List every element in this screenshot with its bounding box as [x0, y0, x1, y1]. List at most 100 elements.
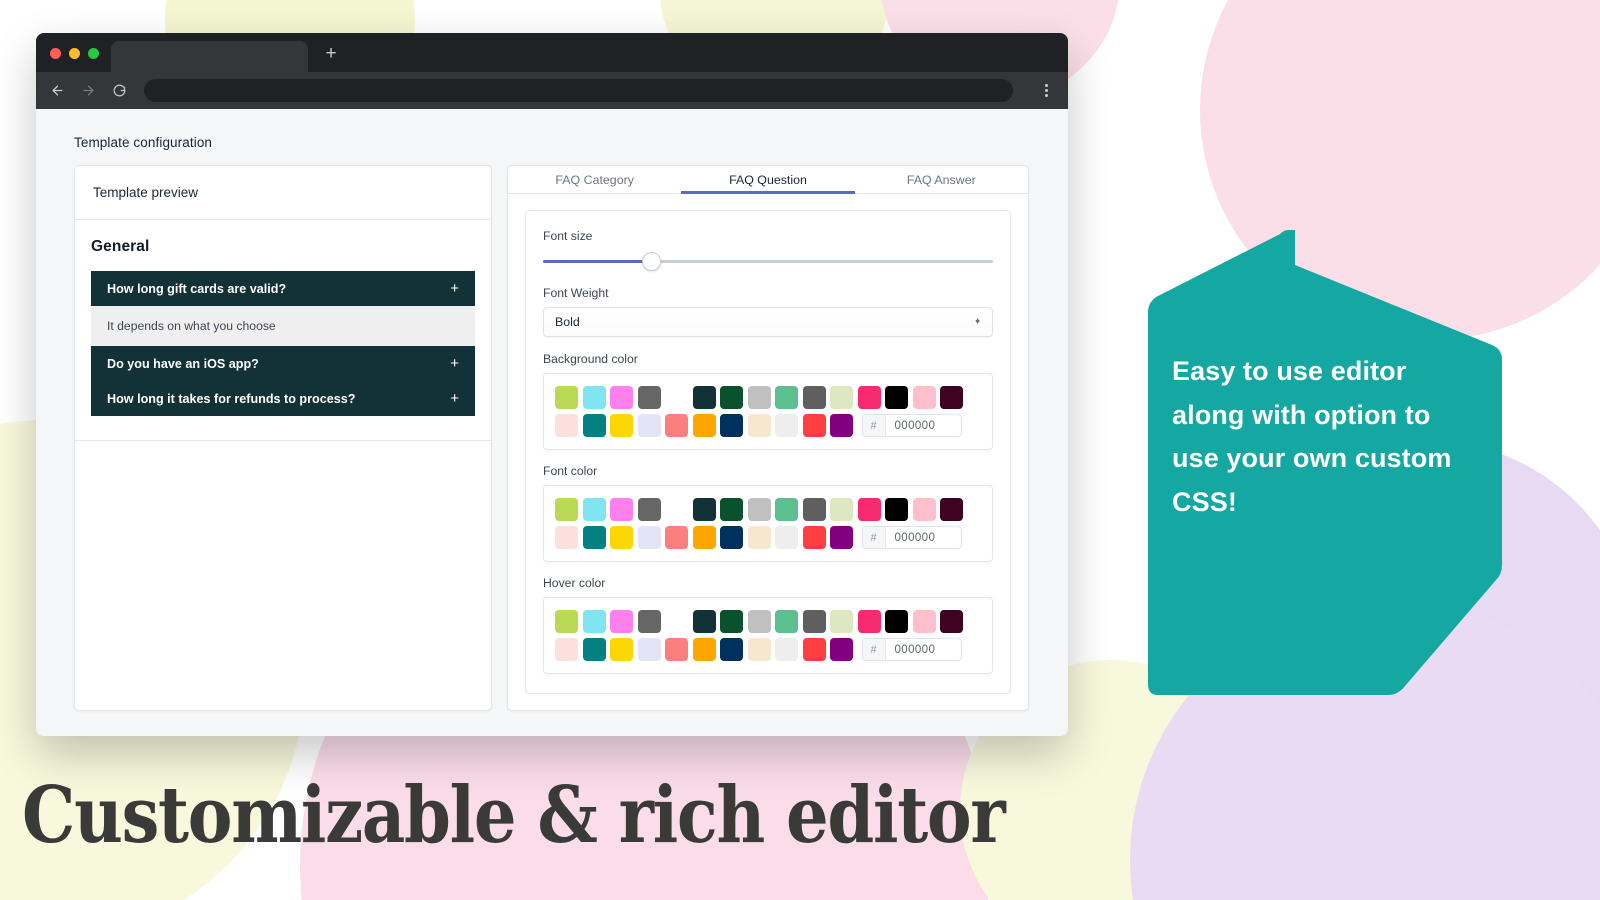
- color-swatch[interactable]: [940, 498, 963, 521]
- color-swatch[interactable]: [775, 526, 798, 549]
- plus-icon[interactable]: +: [450, 391, 459, 406]
- color-swatch[interactable]: [692, 526, 716, 549]
- color-swatch[interactable]: [665, 526, 688, 549]
- new-tab-button[interactable]: +: [317, 41, 345, 69]
- color-swatch[interactable]: [637, 498, 661, 521]
- color-swatch[interactable]: [747, 414, 771, 437]
- maximize-window-icon[interactable]: [88, 48, 99, 59]
- color-swatch[interactable]: [692, 610, 716, 633]
- color-swatch[interactable]: [720, 386, 743, 409]
- color-swatch[interactable]: [857, 610, 881, 633]
- color-swatch[interactable]: [830, 386, 853, 409]
- color-swatch[interactable]: [720, 610, 743, 633]
- color-swatch[interactable]: [912, 610, 936, 633]
- color-swatch[interactable]: [802, 526, 826, 549]
- color-swatch[interactable]: [665, 638, 688, 661]
- forward-arrow-icon[interactable]: [80, 82, 97, 99]
- stepper-arrows-icon[interactable]: ▲ ▼: [974, 317, 981, 326]
- color-swatch[interactable]: [802, 498, 826, 521]
- color-swatch[interactable]: [720, 498, 743, 521]
- color-swatch[interactable]: [830, 638, 853, 661]
- close-window-icon[interactable]: [50, 48, 61, 59]
- color-swatch[interactable]: [830, 526, 853, 549]
- color-swatch[interactable]: [885, 498, 908, 521]
- plus-icon[interactable]: +: [450, 281, 459, 296]
- color-swatch[interactable]: [610, 414, 633, 437]
- color-swatch[interactable]: [720, 526, 743, 549]
- color-swatch[interactable]: [720, 638, 743, 661]
- reload-icon[interactable]: [111, 82, 128, 99]
- plus-icon[interactable]: +: [450, 356, 459, 371]
- color-swatch[interactable]: [775, 386, 798, 409]
- color-swatch[interactable]: [857, 386, 881, 409]
- kebab-menu-icon[interactable]: [1037, 84, 1055, 97]
- hex-input[interactable]: # 000000: [861, 638, 962, 661]
- color-swatch[interactable]: [830, 610, 853, 633]
- color-swatch[interactable]: [775, 610, 798, 633]
- color-swatch[interactable]: [582, 414, 606, 437]
- color-swatch[interactable]: [555, 386, 578, 409]
- color-swatch[interactable]: [610, 526, 633, 549]
- color-swatch[interactable]: [747, 526, 771, 549]
- color-swatch[interactable]: [555, 638, 578, 661]
- color-swatch[interactable]: [912, 498, 936, 521]
- color-swatch[interactable]: [747, 498, 771, 521]
- font-size-slider[interactable]: [543, 252, 993, 271]
- color-swatch[interactable]: [610, 638, 633, 661]
- font-weight-select[interactable]: Bold ▲ ▼: [543, 307, 993, 337]
- tab-faq-category[interactable]: FAQ Category: [508, 166, 681, 193]
- color-swatch[interactable]: [610, 498, 633, 521]
- color-swatch[interactable]: [692, 386, 716, 409]
- color-swatch[interactable]: [802, 610, 826, 633]
- color-swatch[interactable]: [582, 498, 606, 521]
- slider-thumb[interactable]: [642, 252, 661, 271]
- color-swatch[interactable]: [830, 414, 853, 437]
- tab-faq-question[interactable]: FAQ Question: [681, 166, 854, 193]
- faq-question-header[interactable]: How long gift cards are valid? +: [91, 271, 475, 306]
- color-swatch[interactable]: [857, 498, 881, 521]
- color-swatch[interactable]: [802, 638, 826, 661]
- color-swatch[interactable]: [582, 386, 606, 409]
- color-swatch[interactable]: [747, 638, 771, 661]
- color-swatch[interactable]: [912, 386, 936, 409]
- color-swatch[interactable]: [555, 610, 578, 633]
- color-swatch[interactable]: [802, 386, 826, 409]
- browser-tab[interactable]: [111, 41, 308, 72]
- color-swatch[interactable]: [637, 386, 661, 409]
- color-swatch[interactable]: [747, 386, 771, 409]
- color-swatch[interactable]: [885, 386, 908, 409]
- color-swatch[interactable]: [775, 498, 798, 521]
- color-swatch[interactable]: [692, 414, 716, 437]
- color-swatch[interactable]: [940, 386, 963, 409]
- color-swatch[interactable]: [637, 638, 661, 661]
- color-swatch[interactable]: [775, 638, 798, 661]
- color-swatch[interactable]: [720, 414, 743, 437]
- color-swatch[interactable]: [802, 414, 826, 437]
- color-swatch[interactable]: [582, 610, 606, 633]
- color-swatch[interactable]: [555, 526, 578, 549]
- color-swatch[interactable]: [582, 638, 606, 661]
- color-swatch[interactable]: [610, 610, 633, 633]
- hex-input[interactable]: # 000000: [861, 526, 962, 549]
- color-swatch[interactable]: [555, 414, 578, 437]
- color-swatch[interactable]: [940, 610, 963, 633]
- minimize-window-icon[interactable]: [69, 48, 80, 59]
- color-swatch[interactable]: [747, 610, 771, 633]
- color-swatch[interactable]: [830, 498, 853, 521]
- color-swatch[interactable]: [555, 498, 578, 521]
- address-bar[interactable]: [144, 79, 1013, 102]
- tab-faq-answer[interactable]: FAQ Answer: [855, 166, 1028, 193]
- hex-input[interactable]: # 000000: [861, 414, 962, 437]
- color-swatch[interactable]: [582, 526, 606, 549]
- faq-question-header[interactable]: How long it takes for refunds to process…: [91, 381, 475, 416]
- back-arrow-icon[interactable]: [49, 82, 66, 99]
- color-swatch[interactable]: [637, 526, 661, 549]
- color-swatch[interactable]: [637, 610, 661, 633]
- color-swatch[interactable]: [692, 498, 716, 521]
- color-swatch[interactable]: [885, 610, 908, 633]
- color-swatch[interactable]: [775, 414, 798, 437]
- color-swatch[interactable]: [610, 386, 633, 409]
- color-swatch[interactable]: [692, 638, 716, 661]
- color-swatch[interactable]: [637, 414, 661, 437]
- faq-question-header[interactable]: Do you have an iOS app? +: [91, 346, 475, 381]
